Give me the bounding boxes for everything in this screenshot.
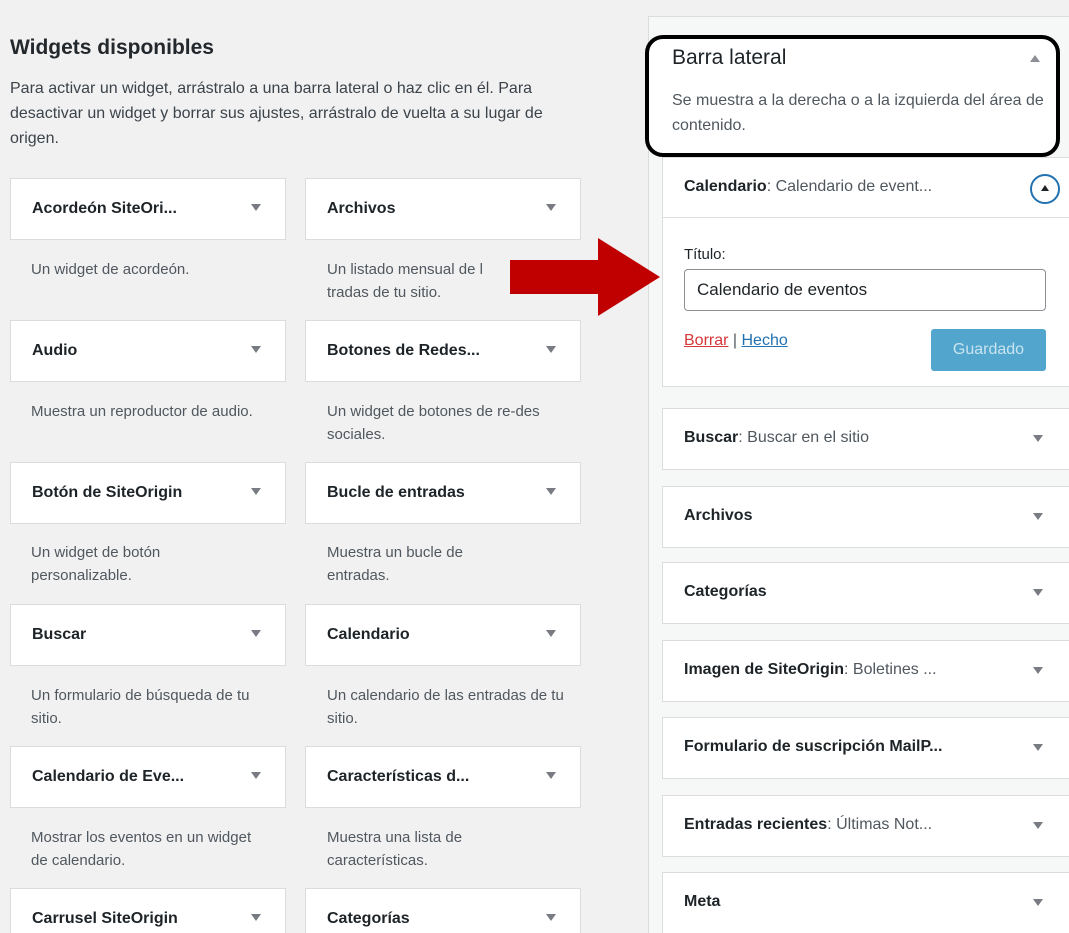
widget-title: Botón de SiteOrigin xyxy=(32,484,183,501)
widget-title: Calendario de Eve... xyxy=(32,768,185,785)
chevron-down-icon[interactable] xyxy=(546,914,556,921)
widget-title: Carrusel SiteOrigin xyxy=(32,910,178,927)
widget-description: Un listado mensual de l tradas de tu sit… xyxy=(327,261,483,301)
chevron-down-icon[interactable] xyxy=(1033,899,1043,906)
available-widgets-description: Para activar un widget, arrástralo a una… xyxy=(10,80,543,147)
sidebar-widget-meta[interactable]: Meta xyxy=(662,872,1069,933)
chevron-down-icon[interactable] xyxy=(546,204,556,211)
open-widget-title: Calendario: Calendario de event... xyxy=(684,178,932,196)
widget-title: Calendario xyxy=(327,626,410,643)
widget-botones-redes[interactable]: Botones de Redes... xyxy=(305,320,581,382)
widget-buscar[interactable]: Buscar xyxy=(10,604,286,666)
widget-caracteristicas[interactable]: Características d... xyxy=(305,746,581,808)
chevron-down-icon[interactable] xyxy=(1033,822,1043,829)
chevron-down-icon[interactable] xyxy=(546,630,556,637)
done-link[interactable]: Hecho xyxy=(742,332,788,349)
widget-calendario-eventos[interactable]: Calendario de Eve... xyxy=(10,746,286,808)
chevron-down-icon[interactable] xyxy=(546,772,556,779)
widget-categorias[interactable]: Categorías xyxy=(305,888,581,933)
sidebar-widget-buscar[interactable]: Buscar: Buscar en el sitio xyxy=(662,408,1069,470)
widget-actions: Borrar | Hecho xyxy=(684,332,788,350)
chevron-down-icon[interactable] xyxy=(1033,744,1043,751)
widget-calendario[interactable]: Calendario xyxy=(305,604,581,666)
chevron-down-icon[interactable] xyxy=(1033,589,1043,596)
widget-boton-siteorigin[interactable]: Botón de SiteOrigin xyxy=(10,462,286,524)
red-arrow-icon xyxy=(510,238,660,316)
sidebar-widget-title: Meta xyxy=(684,893,720,911)
sidebar-widget-name: Meta xyxy=(684,893,721,910)
widget-description: Un formulario de búsqueda de tu sitio. xyxy=(31,687,250,727)
widget-archivos[interactable]: Archivos xyxy=(305,178,581,240)
widget-acordeon[interactable]: Acordeón SiteOri... xyxy=(10,178,286,240)
open-widget-subtitle: : Calendario de event... xyxy=(766,178,933,195)
sidebar-widget-title: Entradas recientes: Últimas Not... xyxy=(684,816,932,834)
widget-title: Bucle de entradas xyxy=(327,484,465,501)
chevron-down-icon[interactable] xyxy=(251,488,261,495)
sidebar-widget-name: Categorías xyxy=(684,583,767,600)
widget-description: Un calendario de las entradas de tu siti… xyxy=(327,687,564,727)
delete-link[interactable]: Borrar xyxy=(684,332,728,349)
widget-description: Muestra un bucle de entradas. xyxy=(327,544,463,584)
widget-carrusel[interactable]: Carrusel SiteOrigin xyxy=(10,888,286,933)
save-button[interactable]: Guardado xyxy=(931,329,1046,371)
widget-title: Acordeón SiteOri... xyxy=(32,200,177,217)
chevron-down-icon[interactable] xyxy=(251,346,261,353)
widget-description: Muestra una lista de características. xyxy=(327,829,463,869)
chevron-down-icon[interactable] xyxy=(546,488,556,495)
widget-bucle-entradas[interactable]: Bucle de entradas xyxy=(305,462,581,524)
sidebar-widget-entradas-recientes[interactable]: Entradas recientes: Últimas Not... xyxy=(662,795,1069,857)
open-widget-name: Calendario xyxy=(684,178,767,195)
sidebar-widget-subtitle: : Buscar en el sitio xyxy=(738,429,869,446)
sidebar-widget-title: Archivos xyxy=(684,507,752,525)
sidebar-widget-subtitle: : Últimas Not... xyxy=(827,816,933,833)
available-widgets-title: Widgets disponibles xyxy=(10,36,214,59)
chevron-down-icon[interactable] xyxy=(251,914,261,921)
sidebar-widget-name: Imagen de SiteOrigin xyxy=(684,661,845,678)
sidebar-widget-categorias[interactable]: Categorías xyxy=(662,562,1069,624)
sidebar-widget-mailpoet[interactable]: Formulario de suscripción MailP... xyxy=(662,717,1069,779)
widget-description: Mostrar los eventos en un widget de cale… xyxy=(31,829,252,869)
title-field-label: Título: xyxy=(684,246,726,263)
sidebar-widget-title: Imagen de SiteOrigin: Boletines ... xyxy=(684,661,937,679)
open-widget-calendario: Calendario: Calendario de event... Títul… xyxy=(662,157,1069,387)
sidebar-widget-archivos[interactable]: Archivos xyxy=(662,486,1069,548)
chevron-down-icon[interactable] xyxy=(251,630,261,637)
title-field[interactable] xyxy=(684,269,1046,311)
sidebar-widget-name: Archivos xyxy=(684,507,753,524)
sidebar-widget-subtitle: : Boletines ... xyxy=(844,661,937,678)
widget-description: Un widget de botones de re-des sociales. xyxy=(327,403,540,443)
widget-title: Archivos xyxy=(327,200,396,217)
widget-title: Audio xyxy=(32,342,78,359)
widget-title: Categorías xyxy=(327,910,410,927)
sidebar-widget-title: Categorías xyxy=(684,583,767,601)
sidebar-title: Barra lateral xyxy=(672,46,787,69)
sidebar-widget-title: Formulario de suscripción MailP... xyxy=(684,738,942,756)
open-widget-header[interactable]: Calendario: Calendario de event... xyxy=(663,158,1069,218)
sidebar-description: Se muestra a la derecha o a la izquierda… xyxy=(672,92,1044,134)
widget-title: Botones de Redes... xyxy=(327,342,480,359)
chevron-down-icon[interactable] xyxy=(546,346,556,353)
sidebar-header[interactable]: Barra lateral Se muestra a la derecha o … xyxy=(645,35,1060,157)
chevron-down-icon[interactable] xyxy=(1033,435,1043,442)
chevron-down-icon[interactable] xyxy=(1033,513,1043,520)
sidebar-widget-name: Entradas recientes xyxy=(684,816,828,833)
action-separator: | xyxy=(728,332,742,349)
chevron-down-icon[interactable] xyxy=(251,204,261,211)
widget-audio[interactable]: Audio xyxy=(10,320,286,382)
chevron-down-icon[interactable] xyxy=(1033,667,1043,674)
widget-description: Muestra un reproductor de audio. xyxy=(31,403,253,420)
chevron-up-icon[interactable] xyxy=(1030,55,1040,62)
sidebar-widget-name: Buscar xyxy=(684,429,739,446)
sidebar-widget-imagen[interactable]: Imagen de SiteOrigin: Boletines ... xyxy=(662,640,1069,702)
widget-description: Un widget de acordeón. xyxy=(31,261,190,278)
widget-title: Buscar xyxy=(32,626,87,643)
sidebar-widget-title: Buscar: Buscar en el sitio xyxy=(684,429,869,447)
chevron-down-icon[interactable] xyxy=(251,772,261,779)
widget-description: Un widget de botón personalizable. xyxy=(31,544,161,584)
sidebar-widget-name: Formulario de suscripción MailP... xyxy=(684,738,943,755)
collapse-toggle-icon[interactable] xyxy=(1030,174,1060,204)
widget-title: Características d... xyxy=(327,768,470,785)
